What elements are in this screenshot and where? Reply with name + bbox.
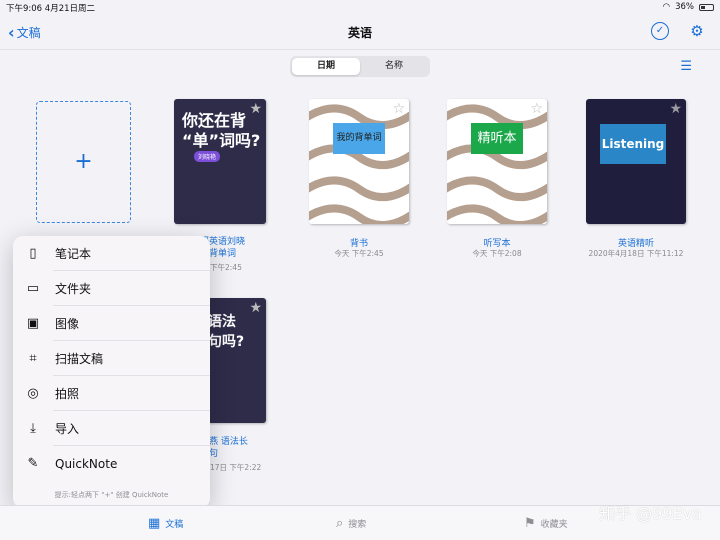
import-icon: ⤓ (30, 421, 36, 436)
wifi-icon: ◠ (662, 2, 671, 12)
camera-icon: ◎ (27, 386, 39, 401)
menu-item-scan[interactable]: ⌗ 扫描文稿 (13, 341, 210, 376)
menu-item-label: QuickNote (55, 456, 118, 471)
cover-label: Listening (600, 124, 666, 164)
star-icon[interactable]: ★ (249, 300, 262, 316)
wave-pattern (447, 104, 547, 224)
cover-label: 精听本 (471, 123, 523, 154)
menu-item-label: 拍照 (55, 387, 80, 401)
menu-item-quicknote[interactable]: ✎ QuickNote (13, 446, 210, 481)
page-title: 英语 (347, 26, 372, 40)
segment-date[interactable]: 日期 (292, 58, 360, 75)
menu-item-notebook[interactable]: ▯ 笔记本 (13, 236, 210, 271)
document-thumbnail[interactable]: 精听本 ☆ (447, 99, 547, 224)
document-date: 今天 下午2:45 (334, 249, 384, 258)
segment-name[interactable]: 名称 (360, 58, 428, 75)
sort-segmented-control: 日期 名称 (290, 56, 430, 77)
document-thumbnail[interactable]: 我的背单词 ☆ (309, 99, 409, 224)
star-icon[interactable]: ☆ (392, 101, 405, 117)
select-checkmark-icon[interactable]: ✓ (651, 22, 669, 40)
battery-percent: 36% (675, 2, 694, 12)
image-icon: ▣ (26, 316, 40, 331)
menu-item-label: 笔记本 (55, 247, 92, 261)
menu-item-label: 导入 (55, 422, 80, 436)
menu-item-folder[interactable]: ▭ 文件夹 (13, 271, 210, 306)
create-menu-popover: ▯ 笔记本 ▭ 文件夹 ▣ 图像 ⌗ 扫描文稿 ◎ 拍照 ⤓ 导入 ✎ Quic… (13, 236, 210, 508)
scan-icon: ⌗ (29, 351, 37, 366)
document-date: 今天 下午2:08 (472, 249, 522, 258)
cover-label: 我的背单词 (333, 123, 385, 154)
plus-icon: + (74, 149, 93, 174)
menu-item-label: 文件夹 (55, 282, 92, 296)
document-date: 下午2:45 (210, 263, 242, 272)
document-thumbnail[interactable]: 你还在背 “单”词吗? 刘晓艳 ★ (174, 99, 266, 224)
star-icon[interactable]: ☆ (530, 101, 543, 117)
status-time-date: 下午9:06 4月21日周二 (6, 4, 96, 14)
menu-item-image[interactable]: ▣ 图像 (13, 306, 210, 341)
tab-favorites[interactable]: ⚑ 收藏夹 (524, 516, 568, 531)
navigation-bar: ‹ 文稿 英语 ✓ ⚙ (0, 16, 720, 50)
document-date: 17日 下午2:22 (210, 463, 262, 472)
bookmark-star-icon: ⚑ (524, 516, 536, 531)
quicknote-icon: ✎ (27, 456, 39, 471)
menu-item-import[interactable]: ⤓ 导入 (13, 411, 210, 446)
gear-icon[interactable]: ⚙ (688, 22, 706, 40)
wave-pattern (309, 104, 409, 224)
star-icon[interactable]: ★ (249, 101, 262, 117)
tab-label: 收藏夹 (540, 520, 568, 530)
menu-item-label: 扫描文稿 (55, 352, 104, 366)
folder-icon: ▭ (26, 281, 40, 296)
document-date: 2020年4月18日 下午11:12 (588, 249, 684, 258)
tab-label: 搜索 (348, 520, 367, 530)
document-title[interactable]: 研英语刘晓 在背单词 (200, 236, 272, 260)
tab-documents[interactable]: ▦ 文稿 (148, 516, 183, 531)
document-thumbnail[interactable]: Listening ★ (586, 99, 686, 224)
grid-icon: ▦ (148, 516, 161, 531)
watermark: 知乎 @99Eva (599, 504, 702, 523)
battery-icon (699, 3, 714, 11)
list-view-icon[interactable]: ☰ (680, 59, 692, 74)
new-document-button[interactable]: + (36, 101, 131, 223)
cover-text: 你还在背 “单”词吗? (182, 111, 261, 150)
cover-badge: 刘晓艳 (194, 151, 221, 162)
search-icon: ⌕ (336, 516, 344, 531)
tab-label: 文稿 (165, 520, 184, 530)
notebook-icon: ▯ (29, 246, 37, 261)
tab-search[interactable]: ⌕ 搜索 (336, 516, 366, 531)
menu-hint: 提示:轻点两下 "+" 创建 QuickNote (54, 491, 169, 499)
nav-divider (0, 49, 720, 50)
menu-item-camera[interactable]: ◎ 拍照 (13, 376, 210, 411)
star-icon[interactable]: ★ (669, 101, 682, 117)
menu-item-label: 图像 (55, 317, 80, 331)
document-title[interactable]: 晓燕 语法长 难句 (200, 436, 272, 460)
status-bar: 下午9:06 4月21日周二 ◠ 36% (0, 0, 720, 14)
